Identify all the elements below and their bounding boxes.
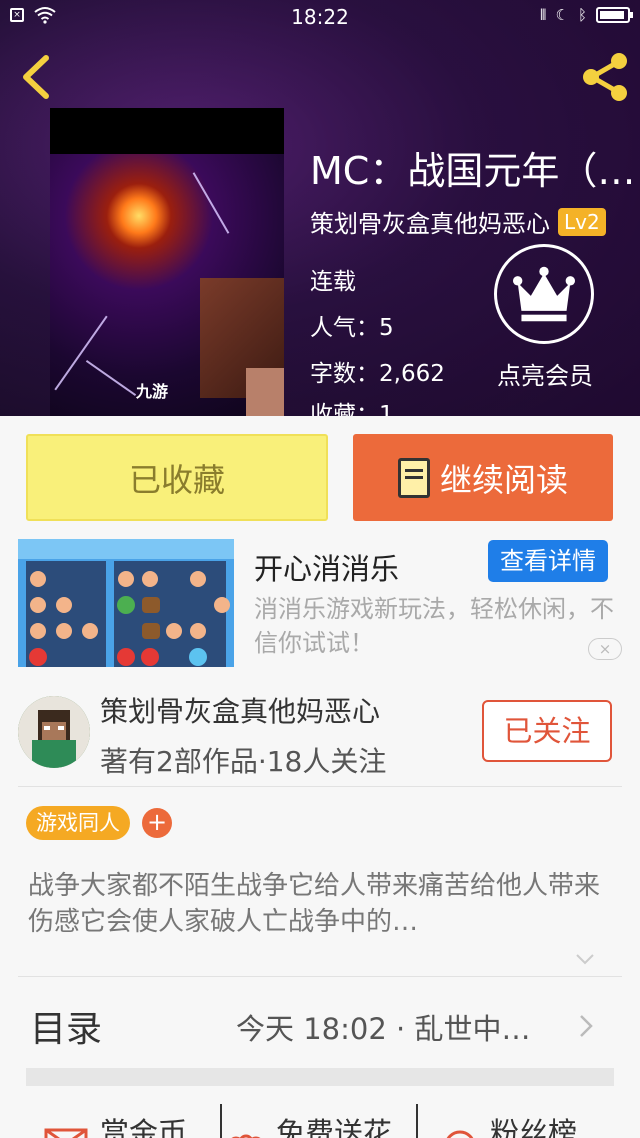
author-stats: 著有2部作品·18人关注 — [100, 745, 387, 778]
collected-button[interactable]: 已收藏 — [26, 434, 328, 521]
expand-chevron-down-icon[interactable] — [574, 948, 596, 970]
word-count-row: 字数：2,662 — [310, 354, 445, 388]
fan-rank-tab[interactable]: 粉丝榜 — [442, 1110, 577, 1138]
toc-label[interactable]: 目录 — [30, 1000, 102, 1052]
bottom-action-bar: 赏金币 免费送花 粉丝榜 — [0, 1104, 640, 1138]
flower-icon — [231, 1134, 261, 1138]
member-label[interactable]: 点亮会员 — [478, 356, 612, 391]
ad-description: 消消乐游戏新玩法，轻松休闲，不信你试试！ — [254, 595, 614, 657]
share-icon[interactable] — [578, 50, 632, 104]
battery-icon — [596, 7, 633, 23]
divider — [18, 786, 622, 787]
section-separator — [26, 1068, 614, 1086]
ad-banner[interactable]: 开心消消乐 查看详情 消消乐游戏新玩法，轻松休闲，不信你试试！ × — [0, 534, 640, 670]
cover-watermark: 九游 — [136, 382, 169, 401]
book-title: MC：战国元年（… — [310, 149, 636, 193]
tag-game-fanfic[interactable]: 游戏同人 — [26, 806, 130, 840]
author-name[interactable]: 策划骨灰盒真他妈恶心 — [100, 690, 380, 730]
follow-button[interactable]: 已关注 — [482, 700, 612, 762]
add-tag-button[interactable]: + — [142, 808, 172, 838]
popularity-value: 5 — [379, 315, 394, 341]
bluetooth-icon: ᛒ — [577, 6, 587, 24]
author-level-badge: Lv2 — [558, 207, 606, 236]
ad-title: 开心消消乐 — [254, 552, 400, 586]
vibrate-icon: ⦀ — [539, 6, 547, 24]
word-count-label: 字数： — [310, 361, 379, 387]
continue-reading-button[interactable]: 继续阅读 — [353, 434, 613, 521]
send-flowers-tab[interactable]: 免费送花 — [228, 1110, 392, 1138]
book-icon — [397, 457, 430, 498]
collected-button-label: 已收藏 — [128, 460, 225, 499]
popularity-label: 人气： — [310, 315, 379, 341]
divider — [18, 976, 622, 977]
tab-separator — [220, 1104, 222, 1138]
popularity-row: 人气：5 — [310, 308, 394, 342]
word-count-value: 2,662 — [379, 361, 445, 387]
book-status: 连载 — [310, 269, 356, 295]
envelope-icon — [44, 1128, 88, 1138]
book-author[interactable]: 策划骨灰盒真他妈恶心 — [310, 204, 550, 239]
status-bar: × 18:22 ⦀ ☾ ᛒ — [0, 0, 640, 34]
collects-label: 收藏： — [310, 402, 379, 416]
author-avatar[interactable] — [18, 696, 90, 768]
send-flowers-label: 免费送花 — [276, 1116, 393, 1138]
tab-separator — [416, 1104, 418, 1138]
reward-coins-label: 赏金币 — [100, 1116, 188, 1138]
chevron-right-icon[interactable] — [576, 1012, 596, 1040]
ad-game-image[interactable] — [18, 539, 234, 667]
continue-reading-label: 继续阅读 — [439, 460, 568, 499]
author-card[interactable]: 策划骨灰盒真他妈恶心 著有2部作品·18人关注 已关注 — [0, 686, 640, 786]
back-arrow-icon[interactable] — [16, 52, 56, 102]
synopsis-text[interactable]: 战争大家都不陌生战争它给人带来痛苦给他人带来伤感它会使人家破人亡战争中的… — [28, 868, 613, 940]
collects-value: 1 — [379, 402, 394, 416]
book-cover-image[interactable]: 九游 — [50, 108, 284, 416]
ad-details-button[interactable]: 查看详情 — [488, 540, 608, 582]
crown-icon[interactable] — [494, 244, 594, 344]
moon-icon: ☾ — [555, 6, 569, 24]
fan-rank-label: 粉丝榜 — [490, 1116, 578, 1138]
reward-coins-tab[interactable]: 赏金币 — [44, 1110, 187, 1138]
collects-row: 收藏：1 — [310, 400, 394, 416]
target-icon — [446, 1130, 474, 1138]
latest-chapter[interactable]: 今天 18:02 · 乱世中… — [236, 1006, 530, 1048]
ad-close-button[interactable]: × — [588, 638, 622, 660]
